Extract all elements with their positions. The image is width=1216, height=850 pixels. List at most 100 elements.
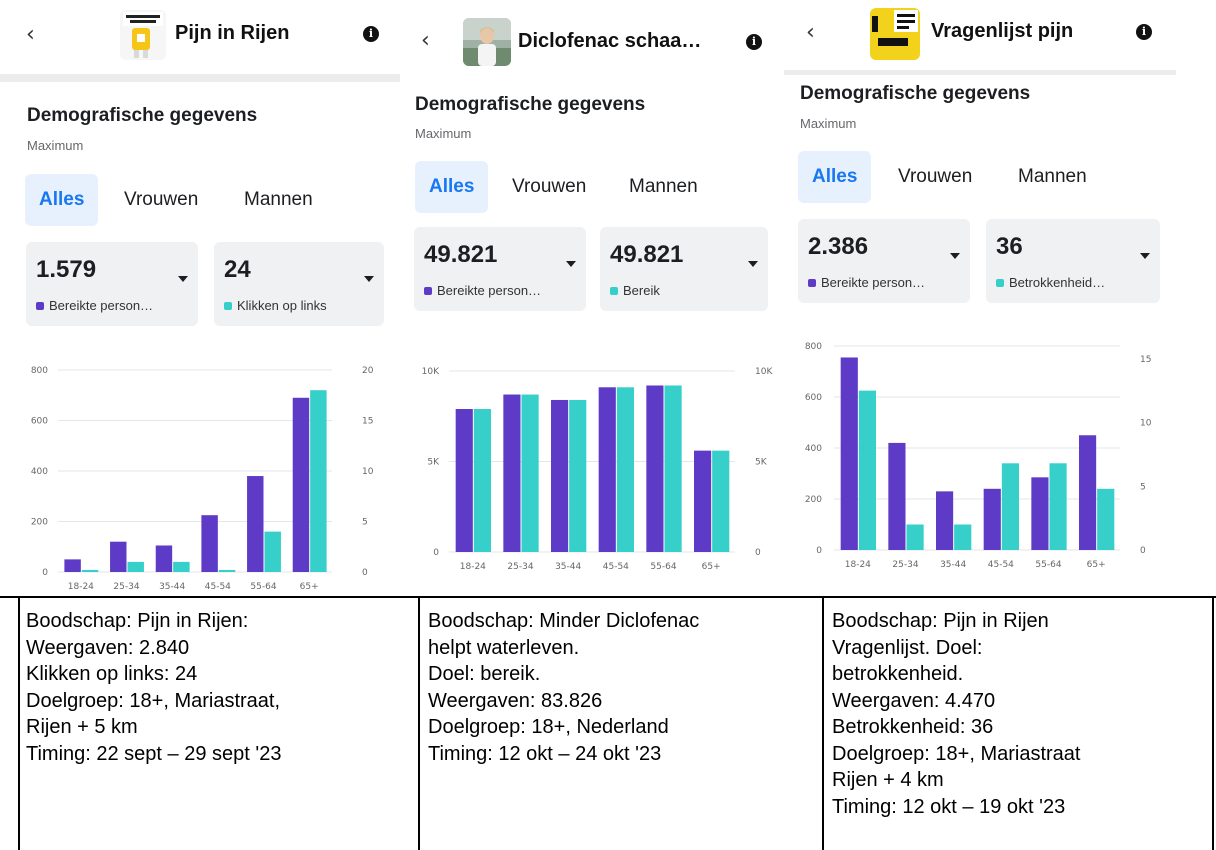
metric-card-clicks[interactable]: 24 Klikken op links <box>214 242 384 326</box>
caption-line: Weergaven: 2.840 <box>26 636 190 659</box>
x-axis-tick: 18-24 <box>68 582 94 592</box>
left-axis-tick: 200 <box>31 518 48 528</box>
right-axis-tick: 0 <box>755 548 761 558</box>
caption-text: Boodschap: Pijn in Rijen: Weergaven: 2.84… <box>26 608 281 767</box>
caption-line: betrokkenheid. <box>832 663 964 685</box>
x-axis-tick: 55-64 <box>1035 560 1061 570</box>
column-divider <box>18 598 20 850</box>
ad-thumbnail <box>463 18 511 66</box>
metric-card-reached[interactable]: 1.579 Bereikte person… <box>26 242 198 326</box>
left-axis-tick: 0 <box>42 568 48 578</box>
metric-card-reached[interactable]: 49.821 Bereikte person… <box>414 227 586 311</box>
tab-alles[interactable]: Alles <box>25 174 99 226</box>
x-axis-tick: 65+ <box>702 562 721 572</box>
legend-swatch <box>996 279 1004 287</box>
page-title: Diclofenac schaa… <box>518 30 702 52</box>
dropdown-arrow-icon[interactable] <box>748 261 758 267</box>
bar-series-2 <box>173 561 190 572</box>
caption-line: Weergaven: 83.826 <box>428 689 603 712</box>
divider <box>0 74 400 82</box>
legend-swatch <box>808 279 816 287</box>
dropdown-arrow-icon[interactable] <box>566 261 576 267</box>
legend-swatch <box>224 302 232 310</box>
bar-series-2 <box>664 385 682 552</box>
left-axis-tick: 800 <box>31 366 48 376</box>
bar-series-2 <box>521 394 539 552</box>
tab-mannen[interactable]: Mannen <box>1018 151 1087 203</box>
right-axis-tick: 0 <box>362 568 368 578</box>
tab-vrouwen[interactable]: Vrouwen <box>124 174 198 226</box>
back-chevron-icon[interactable]: ‹ <box>26 22 35 47</box>
metric-label: Bereikte person… <box>36 298 153 313</box>
x-axis-tick: 45-54 <box>988 560 1014 570</box>
metric-label-text: Betrokkenheid… <box>1009 275 1106 290</box>
caption-line: Doelgroep: 18+, Mariastraat <box>832 742 1081 765</box>
metric-label-text: Bereikte person… <box>49 298 154 313</box>
dropdown-arrow-icon[interactable] <box>1140 253 1150 259</box>
section-subtitle: Maximum <box>800 116 857 131</box>
bar-series-2 <box>310 390 327 572</box>
bar-series-1 <box>155 545 173 572</box>
bar-series-1 <box>646 385 664 552</box>
caption-line: Timing: 12 okt – 19 okt '23 <box>832 795 1066 818</box>
caption-cell: Boodschap: Minder Diclofenac helpt waterl… <box>420 598 818 850</box>
info-icon[interactable]: i <box>746 34 762 50</box>
demographic-bar-chart: 0 200 400 600 800 0 5 10 15 18-24 25-34 35-44 45-54 5… <box>805 342 1152 570</box>
back-chevron-icon[interactable]: ‹ <box>806 20 815 45</box>
x-axis-tick: 25-34 <box>113 582 139 592</box>
caption-line: Boodschap: Pijn in Rijen: <box>26 610 249 632</box>
legend-swatch <box>610 287 618 295</box>
x-axis-tick: 65+ <box>300 582 319 592</box>
bar-series-2 <box>264 531 281 572</box>
caption-cell: Boodschap: Pijn in Rijen Vragenlijst. Doe… <box>824 598 1214 850</box>
tab-mannen[interactable]: Mannen <box>244 174 313 226</box>
right-axis-tick: 5 <box>362 518 368 528</box>
tab-alles[interactable]: Alles <box>415 161 489 213</box>
bar-series-2 <box>1001 463 1019 550</box>
info-icon[interactable]: i <box>363 26 379 42</box>
tab-vrouwen[interactable]: Vrouwen <box>512 161 586 213</box>
right-axis-tick: 15 <box>362 417 373 427</box>
caption-line: Boodschap: Pijn in Rijen <box>832 610 1049 632</box>
caption-line: Timing: 22 sept – 29 sept '23 <box>26 742 282 765</box>
dropdown-arrow-icon[interactable] <box>950 253 960 259</box>
left-axis-tick: 0 <box>433 548 439 558</box>
x-axis-tick: 45-54 <box>205 582 231 592</box>
info-icon[interactable]: i <box>1136 24 1152 40</box>
metric-card-engagement[interactable]: 36 Betrokkenheid… <box>986 219 1160 303</box>
metric-value: 49.821 <box>424 241 498 268</box>
back-chevron-icon[interactable]: ‹ <box>421 28 430 53</box>
x-axis-tick: 65+ <box>1087 560 1106 570</box>
bar-series-2 <box>218 569 236 572</box>
bar-series-1 <box>598 387 616 552</box>
x-axis-tick: 18-24 <box>845 560 871 570</box>
section-title: Demografische gegevens <box>27 105 258 126</box>
tab-alles[interactable]: Alles <box>798 151 872 203</box>
x-axis-tick: 45-54 <box>603 562 629 572</box>
left-axis-tick: 400 <box>805 444 822 454</box>
bar-series-1 <box>1031 477 1049 550</box>
metric-card-reach[interactable]: 49.821 Bereik <box>600 227 768 311</box>
tab-vrouwen[interactable]: Vrouwen <box>898 151 972 203</box>
right-axis-tick: 10K <box>755 367 773 377</box>
left-axis-tick: 600 <box>805 393 822 403</box>
bar-series-1 <box>983 488 1001 550</box>
tab-mannen[interactable]: Mannen <box>629 161 698 213</box>
dropdown-arrow-icon[interactable] <box>178 276 188 282</box>
left-axis-tick: 800 <box>805 342 822 352</box>
bar-series-1 <box>292 397 310 572</box>
metric-label: Bereik <box>610 283 660 298</box>
bar-series-2 <box>616 387 634 552</box>
metric-label: Bereikte person… <box>808 275 925 290</box>
bar-series-2 <box>712 450 730 552</box>
bar-series-2 <box>906 524 924 550</box>
bar-series-1 <box>110 541 127 572</box>
caption-line: Betrokkenheid: 36 <box>832 716 994 738</box>
metric-card-reached[interactable]: 2.386 Bereikte person… <box>798 219 970 303</box>
caption-line: Doelgroep: 18+, Mariastraat, <box>26 689 281 712</box>
bar-series-1 <box>503 394 521 552</box>
dropdown-arrow-icon[interactable] <box>364 276 374 282</box>
caption-line: Doelgroep: 18+, Nederland <box>428 716 669 738</box>
bar-series-2 <box>127 561 144 572</box>
page-title: Pijn in Rijen <box>175 22 290 44</box>
